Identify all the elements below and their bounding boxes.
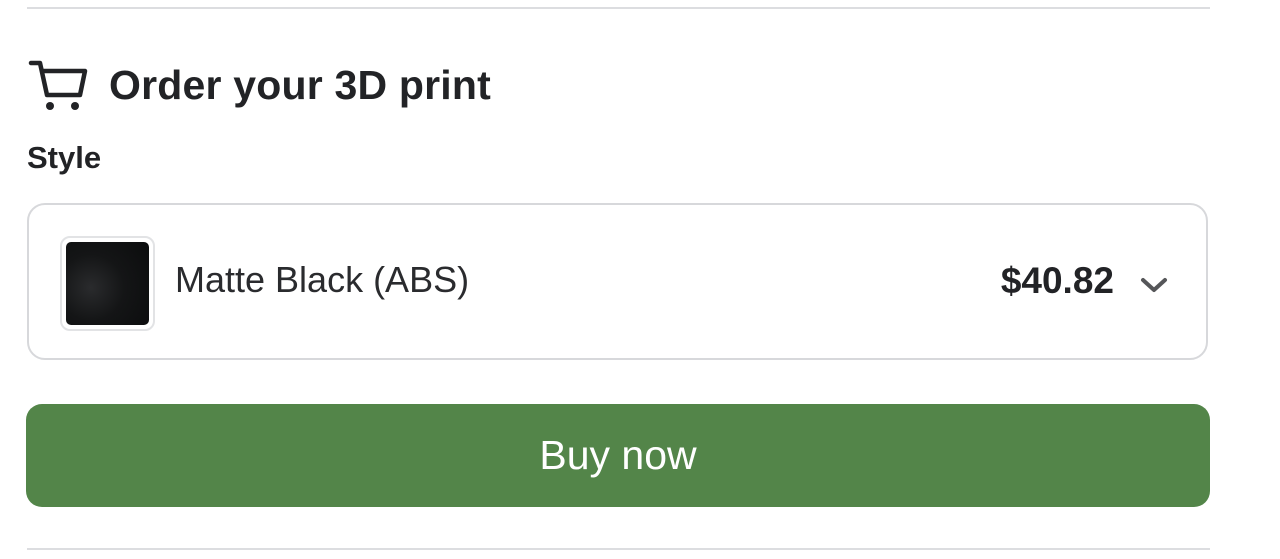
top-divider [27,7,1210,9]
selected-style-name: Matte Black (ABS) [175,259,470,300]
style-select-dropdown[interactable]: Matte Black (ABS) $40.82 [27,203,1208,360]
order-panel: Order your 3D print Style Matte Black (A… [0,0,1280,559]
chevron-down-icon[interactable] [1138,269,1170,301]
style-swatch-image [66,242,149,325]
page-title: Order your 3D print [109,61,491,108]
bottom-divider [27,548,1210,550]
buy-now-button[interactable]: Buy now [26,404,1210,507]
style-swatch-frame [60,236,155,331]
shopping-cart-icon [28,55,88,115]
order-heading: Order your 3D print [28,54,491,116]
style-label: Style [27,140,102,175]
selected-style-price: $40.82 [1000,260,1114,301]
